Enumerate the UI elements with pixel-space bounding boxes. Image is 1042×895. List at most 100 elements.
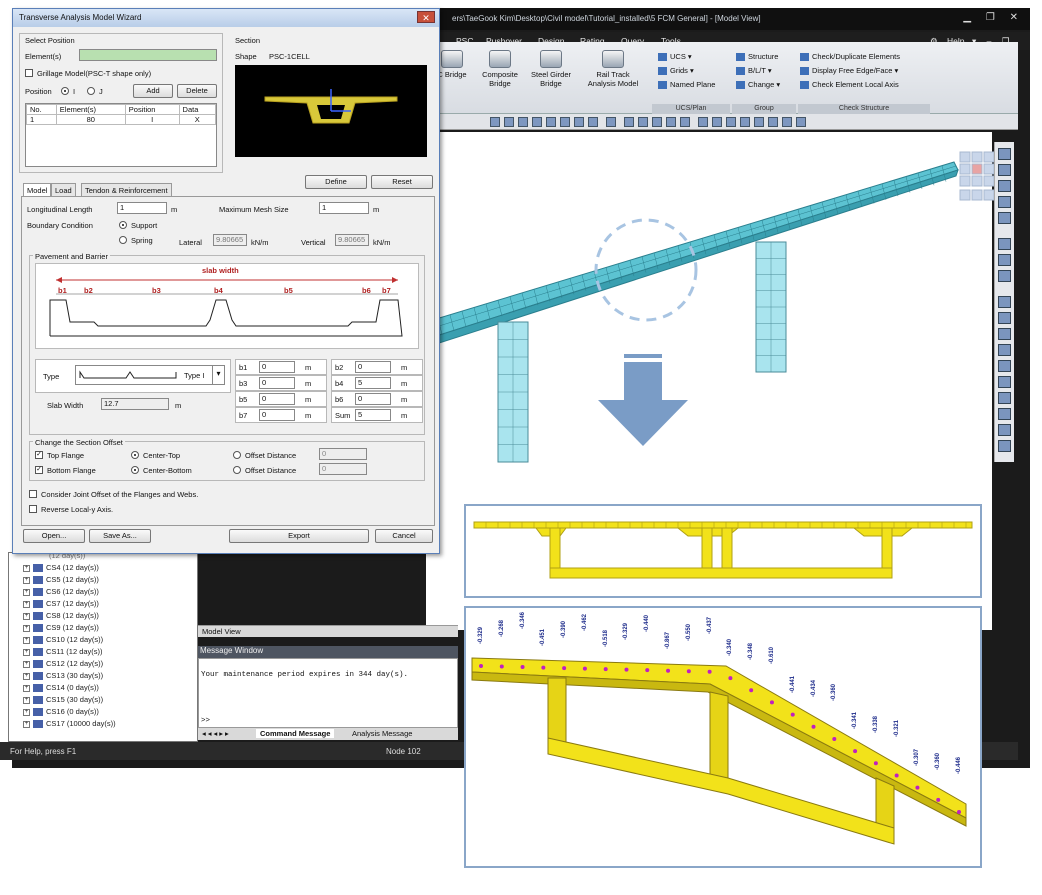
view-icon[interactable] <box>998 344 1011 356</box>
b-field-input[interactable]: 0 <box>259 361 295 373</box>
b-field-input[interactable]: 0 <box>259 409 295 421</box>
export-button[interactable]: Export <box>229 529 369 543</box>
expand-icon[interactable]: + <box>23 648 30 656</box>
expand-icon[interactable]: + <box>23 636 30 644</box>
joint-offset-checkbox[interactable] <box>29 490 37 498</box>
display-free-edge-button[interactable]: Display Free Edge/Face ▾ <box>800 66 898 76</box>
view-tool-icon[interactable] <box>504 117 514 127</box>
tab-load[interactable]: Load <box>51 183 76 196</box>
zoom-icon[interactable] <box>998 196 1011 208</box>
tree-item[interactable]: + CS9 (12 day(s)) <box>23 623 99 633</box>
tree-item[interactable]: + CS4 (12 day(s)) <box>23 563 99 573</box>
named-plane-button[interactable]: Named Plane <box>658 80 715 90</box>
top-flange-checkbox[interactable]: ✓ <box>35 451 43 459</box>
view-tool-icon[interactable] <box>532 117 542 127</box>
reset-button[interactable]: Reset <box>371 175 433 189</box>
view-tool-icon[interactable] <box>666 117 676 127</box>
expand-icon[interactable]: + <box>23 684 30 692</box>
view-tool-icon[interactable] <box>782 117 792 127</box>
expand-icon[interactable]: + <box>23 588 30 596</box>
view-icon[interactable] <box>998 376 1011 388</box>
view-tool-icon[interactable] <box>726 117 736 127</box>
view-tool-icon[interactable] <box>518 117 528 127</box>
rotate-icon[interactable] <box>998 254 1011 266</box>
expand-icon[interactable]: + <box>23 708 30 716</box>
view-tool-icon[interactable] <box>754 117 764 127</box>
zoom-icon[interactable] <box>998 164 1011 176</box>
view-icon[interactable] <box>998 312 1011 324</box>
window-buttons[interactable]: ▁ ❐ ✕ <box>963 12 1024 23</box>
tab-command-message[interactable]: Command Message <box>256 729 335 738</box>
change-button[interactable]: Change ▾ <box>736 80 780 90</box>
reverse-axis-checkbox[interactable] <box>29 505 37 513</box>
view-icon[interactable] <box>998 392 1011 404</box>
model-view-tab[interactable]: Model View <box>202 627 241 636</box>
view-icon[interactable] <box>998 408 1011 420</box>
view-tool-icon[interactable] <box>606 117 616 127</box>
view-tool-icon[interactable] <box>638 117 648 127</box>
view-tool-icon[interactable] <box>574 117 584 127</box>
type-select[interactable]: Type I ▾ <box>75 365 225 385</box>
ucs-button[interactable]: UCS ▾ <box>658 52 692 62</box>
tree-item[interactable]: + CS17 (10000 day(s)) <box>23 719 116 729</box>
tree-item[interactable]: + CS7 (12 day(s)) <box>23 599 99 609</box>
max-mesh-input[interactable]: 1 <box>319 202 369 214</box>
tab-nav-buttons[interactable]: ◂◂◂▸▸ <box>202 729 231 738</box>
grids-button[interactable]: Grids ▾ <box>658 66 694 76</box>
view-tool-icon[interactable] <box>652 117 662 127</box>
tree-item[interactable]: + CS10 (12 day(s)) <box>23 635 103 645</box>
expand-icon[interactable]: + <box>23 612 30 620</box>
structure-button[interactable]: Structure <box>736 52 778 62</box>
view-icon[interactable] <box>998 424 1011 436</box>
view-tool-icon[interactable] <box>624 117 634 127</box>
check-duplicate-button[interactable]: Check/Duplicate Elements <box>800 52 900 62</box>
zoom-icon[interactable] <box>998 212 1011 224</box>
center-bottom-radio[interactable] <box>131 466 139 474</box>
view-icon[interactable] <box>998 270 1011 282</box>
view-cube[interactable] <box>956 150 996 212</box>
offset-distance-bottom-radio[interactable] <box>233 466 241 474</box>
composite-bridge-button[interactable]: Composite Bridge <box>478 50 522 88</box>
offset-bottom-input[interactable]: 0 <box>319 463 367 475</box>
view-tool-icon[interactable] <box>560 117 570 127</box>
save-as-button[interactable]: Save As... <box>89 529 151 543</box>
view-tool-icon[interactable] <box>490 117 500 127</box>
tree-item[interactable]: + CS13 (30 day(s)) <box>23 671 103 681</box>
center-top-radio[interactable] <box>131 451 139 459</box>
view-tool-icon[interactable] <box>768 117 778 127</box>
tree-item[interactable]: + CS11 (12 day(s)) <box>23 647 103 657</box>
tab-model[interactable]: Model <box>23 183 52 197</box>
cancel-button[interactable]: Cancel <box>375 529 433 543</box>
tree-item[interactable]: + CS6 (12 day(s)) <box>23 587 99 597</box>
expand-icon[interactable]: + <box>23 660 30 668</box>
view-icon[interactable] <box>998 296 1011 308</box>
expand-icon[interactable]: + <box>23 696 30 704</box>
offset-distance-top-radio[interactable] <box>233 451 241 459</box>
view-icon[interactable] <box>998 328 1011 340</box>
tree-item[interactable]: + CS16 (0 day(s)) <box>23 707 99 717</box>
zoom-icon[interactable] <box>998 148 1011 160</box>
define-button[interactable]: Define <box>305 175 367 189</box>
delete-button[interactable]: Delete <box>177 84 217 98</box>
expand-icon[interactable]: + <box>23 720 30 728</box>
close-icon[interactable]: ✕ <box>417 11 435 23</box>
view-tool-icon[interactable] <box>588 117 598 127</box>
view-tool-icon[interactable] <box>712 117 722 127</box>
b-field-input[interactable]: 0 <box>259 377 295 389</box>
tree-item[interactable]: + CS14 (0 day(s)) <box>23 683 99 693</box>
b-field-input[interactable]: 0 <box>355 361 391 373</box>
b-field-input[interactable]: 5 <box>355 409 391 421</box>
tree-item[interactable]: + CS8 (12 day(s)) <box>23 611 99 621</box>
view-tool-icon[interactable] <box>796 117 806 127</box>
b-field-input[interactable]: 5 <box>355 377 391 389</box>
slab-width-input[interactable]: 12.7 <box>101 398 169 410</box>
expand-icon[interactable]: + <box>23 576 30 584</box>
grillage-checkbox[interactable] <box>25 69 33 77</box>
pan-icon[interactable] <box>998 238 1011 250</box>
tree-item[interactable]: + CS12 (12 day(s)) <box>23 659 103 669</box>
check-local-axis-button[interactable]: Check Element Local Axis <box>800 80 899 90</box>
view-icon[interactable] <box>998 360 1011 372</box>
chevron-down-icon[interactable]: ▾ <box>212 366 224 384</box>
lateral-input[interactable]: 9.80665 <box>213 234 247 246</box>
command-prompt[interactable]: >> <box>201 717 210 725</box>
